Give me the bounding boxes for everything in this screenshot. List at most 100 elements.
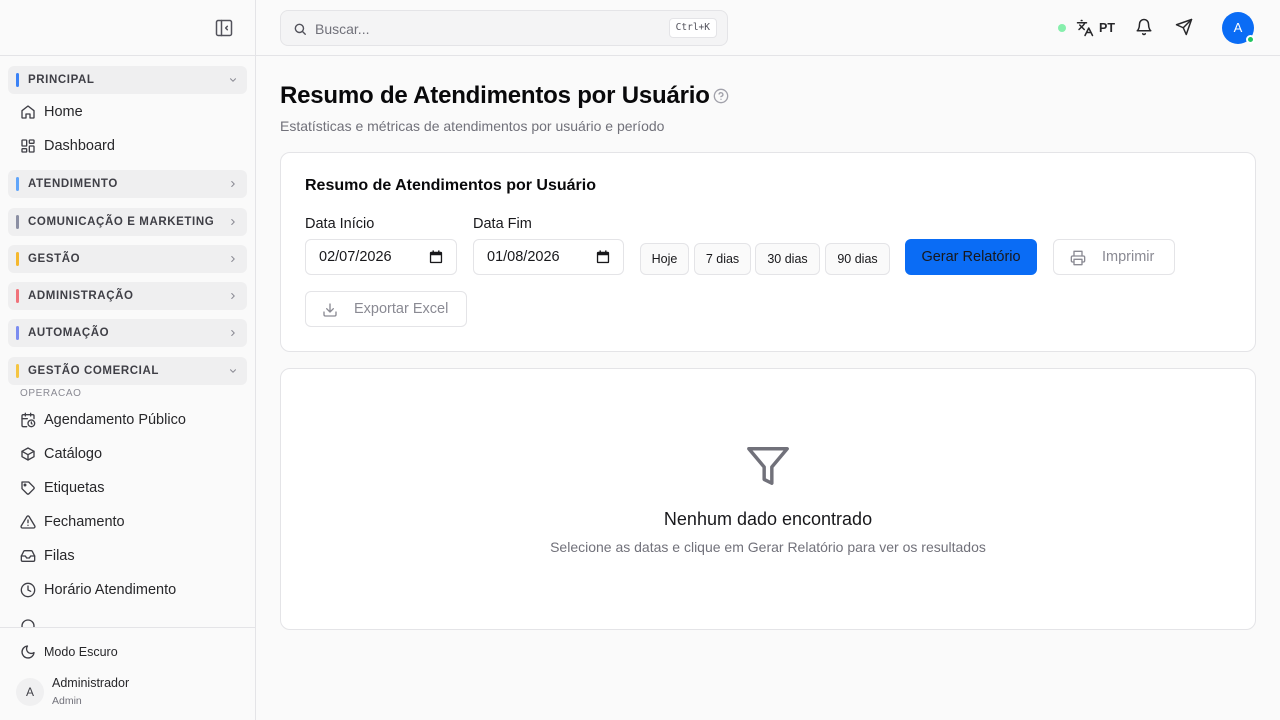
user-role: Admin	[52, 695, 82, 707]
sidebar-footer: Modo Escuro A Administrador Admin	[0, 627, 255, 720]
circle-icon	[20, 618, 36, 627]
start-date-input[interactable]: 02/07/2026	[305, 239, 457, 275]
sidebar-group-label: ATENDIMENTO	[28, 178, 118, 190]
sidebar-item-dashboard[interactable]: Dashboard	[8, 131, 247, 161]
preset-90-days-button[interactable]: 90 dias	[825, 243, 890, 275]
sidebar-group-label: GESTÃO COMERCIAL	[28, 365, 159, 377]
sidebar-group-administracao[interactable]: ADMINISTRAÇÃO	[8, 282, 247, 310]
sidebar-group-automacao[interactable]: AUTOMAÇÃO	[8, 319, 247, 347]
user-profile[interactable]: A Administrador Admin	[8, 674, 247, 714]
chevron-right-icon	[228, 217, 238, 227]
bell-icon[interactable]	[1135, 18, 1155, 38]
dark-mode-toggle[interactable]: Modo Escuro	[8, 638, 247, 666]
start-date-label: Data Início	[305, 216, 375, 232]
sidebar-item-agendamento-publico[interactable]: Agendamento Público	[8, 405, 247, 435]
chevron-right-icon	[228, 179, 238, 189]
chevron-right-icon	[228, 254, 238, 264]
sidebar: PRINCIPAL Home Dashboard ATENDIMENTO COM…	[0, 0, 256, 720]
sidebar-item-label: Catálogo	[44, 446, 103, 462]
group-color-bar	[16, 289, 19, 303]
translate-icon	[1076, 19, 1094, 37]
moon-icon	[20, 644, 36, 660]
generate-report-button[interactable]: Gerar Relatório	[905, 239, 1037, 275]
sidebar-group-label: AUTOMAÇÃO	[28, 327, 110, 339]
sidebar-group-gestao-comercial[interactable]: GESTÃO COMERCIAL	[8, 357, 247, 385]
sidebar-group-label: ADMINISTRAÇÃO	[28, 290, 134, 302]
tag-icon	[20, 480, 36, 496]
package-icon	[20, 446, 36, 462]
end-date-input[interactable]: 01/08/2026	[473, 239, 624, 275]
sidebar-group-principal[interactable]: PRINCIPAL	[8, 66, 247, 94]
sidebar-header	[0, 0, 255, 56]
language-code: PT	[1099, 21, 1115, 35]
search-input[interactable]: Buscar... Ctrl+K	[280, 10, 728, 46]
export-label: Exportar Excel	[354, 301, 449, 317]
sidebar-item-etiquetas[interactable]: Etiquetas	[8, 473, 247, 503]
dark-mode-label: Modo Escuro	[44, 645, 118, 659]
sidebar-item-catalogo[interactable]: Catálogo	[8, 439, 247, 469]
calendar-clock-icon	[20, 412, 36, 428]
group-color-bar	[16, 252, 19, 266]
search-placeholder: Buscar...	[315, 21, 370, 37]
printer-icon	[1070, 250, 1086, 266]
sidebar-item-label: Filas	[44, 548, 75, 564]
search-shortcut: Ctrl+K	[668, 18, 717, 38]
export-excel-button[interactable]: Exportar Excel	[305, 291, 467, 327]
sidebar-item-label: Dashboard	[44, 138, 115, 154]
filter-icon	[745, 443, 791, 489]
sidebar-item-label: Fechamento	[44, 514, 125, 530]
print-button[interactable]: Imprimir	[1053, 239, 1175, 275]
preset-7-days-button[interactable]: 7 dias	[694, 243, 751, 275]
preset-today-button[interactable]: Hoje	[640, 243, 689, 275]
group-color-bar	[16, 364, 19, 378]
sidebar-group-atendimento[interactable]: ATENDIMENTO	[8, 170, 247, 198]
sidebar-group-comunicacao[interactable]: COMUNICAÇÃO E MARKETING	[8, 208, 247, 236]
home-icon	[20, 104, 36, 120]
empty-state-title: Nenhum dado encontrado	[663, 509, 873, 529]
sidebar-item-label: Home	[44, 104, 83, 120]
sidebar-section-label: OPERACAO	[20, 388, 82, 399]
dashboard-icon	[20, 138, 36, 154]
chevron-down-icon	[228, 366, 238, 376]
user-avatar-button[interactable]: A	[1222, 12, 1255, 44]
send-icon[interactable]	[1175, 18, 1195, 38]
preset-30-days-button[interactable]: 30 dias	[755, 243, 820, 275]
warning-icon	[20, 514, 36, 530]
sidebar-item-partial[interactable]	[8, 611, 247, 627]
online-indicator	[1246, 35, 1255, 44]
sidebar-group-label: GESTÃO	[28, 253, 81, 265]
chevron-down-icon	[228, 75, 238, 85]
help-icon[interactable]	[713, 88, 729, 104]
sidebar-item-fechamento[interactable]: Fechamento	[8, 507, 247, 537]
sidebar-collapse-icon[interactable]	[214, 18, 234, 38]
sidebar-item-horario-atendimento[interactable]: Horário Atendimento	[8, 575, 247, 605]
print-label: Imprimir	[1102, 249, 1155, 265]
end-date-value: 01/08/2026	[487, 249, 560, 265]
group-color-bar	[16, 73, 19, 87]
group-color-bar	[16, 215, 19, 229]
end-date-label: Data Fim	[473, 216, 532, 232]
sidebar-group-label: COMUNICAÇÃO E MARKETING	[28, 216, 215, 228]
avatar: A	[16, 678, 44, 706]
sidebar-group-gestao[interactable]: GESTÃO	[8, 245, 247, 273]
sidebar-item-filas[interactable]: Filas	[8, 541, 247, 571]
page-subtitle: Estatísticas e métricas de atendimentos …	[280, 118, 665, 134]
inbox-icon	[20, 548, 36, 564]
empty-state-subtitle: Selecione as datas e clique em Gerar Rel…	[550, 539, 986, 555]
connection-status-dot	[1058, 24, 1066, 32]
sidebar-item-home[interactable]: Home	[8, 97, 247, 127]
start-date-value: 02/07/2026	[319, 249, 392, 265]
calendar-icon[interactable]	[429, 250, 443, 264]
page-title: Resumo de Atendimentos por Usuário	[280, 82, 710, 109]
avatar-initial: A	[1233, 20, 1243, 35]
group-color-bar	[16, 177, 19, 191]
sidebar-group-label: PRINCIPAL	[28, 74, 95, 86]
sidebar-nav[interactable]: PRINCIPAL Home Dashboard ATENDIMENTO COM…	[0, 56, 255, 627]
calendar-icon[interactable]	[596, 250, 610, 264]
chevron-right-icon	[228, 328, 238, 338]
sidebar-item-label: Horário Atendimento	[44, 582, 177, 598]
sidebar-item-label: Agendamento Público	[44, 412, 186, 428]
filters-card: Resumo de Atendimentos por Usuário Data …	[280, 152, 1256, 352]
clock-icon	[20, 582, 36, 598]
top-bar: Buscar... Ctrl+K PT A	[256, 0, 1280, 56]
